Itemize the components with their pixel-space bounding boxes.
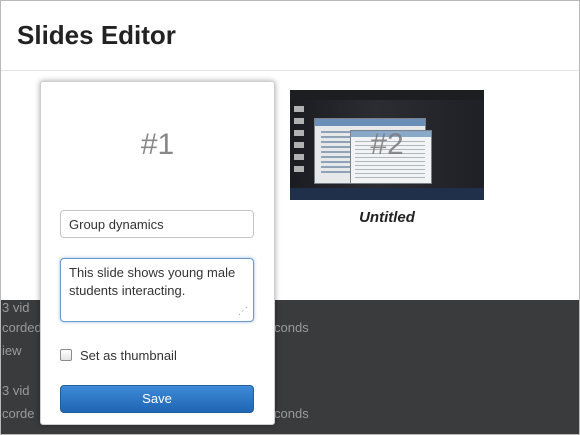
recording-date-label: corded (2, 320, 42, 335)
page-title: Slides Editor (17, 20, 176, 50)
recording-count: 3 vid (2, 383, 30, 398)
recording-duration-label: conds (274, 406, 309, 421)
resize-grip-icon[interactable]: ⋰ (238, 307, 248, 317)
recording-count: 3 vid (2, 300, 30, 315)
slide-number: #1 (140, 128, 175, 161)
recording-date-label: corde (2, 406, 35, 421)
thumbnail-checkbox[interactable] (60, 349, 72, 361)
slide-caption: Untitled (359, 209, 415, 226)
thumbnail-label: Set as thumbnail (80, 348, 177, 363)
view-link[interactable]: iew (2, 343, 22, 358)
slide-thumbnail-2[interactable]: #2 (290, 90, 484, 200)
slide-number: #2 (370, 128, 404, 161)
page-header: Slides Editor (0, 0, 580, 71)
save-button[interactable]: Save (60, 385, 254, 413)
slide-editor-popover: #1 This slide shows young male students … (40, 81, 275, 425)
slide-title-input[interactable] (60, 210, 254, 238)
recording-duration-label: conds (274, 320, 309, 335)
slide-description-textarea[interactable]: This slide shows young male students int… (60, 258, 254, 322)
slide-description-text: This slide shows young male students int… (69, 265, 236, 298)
